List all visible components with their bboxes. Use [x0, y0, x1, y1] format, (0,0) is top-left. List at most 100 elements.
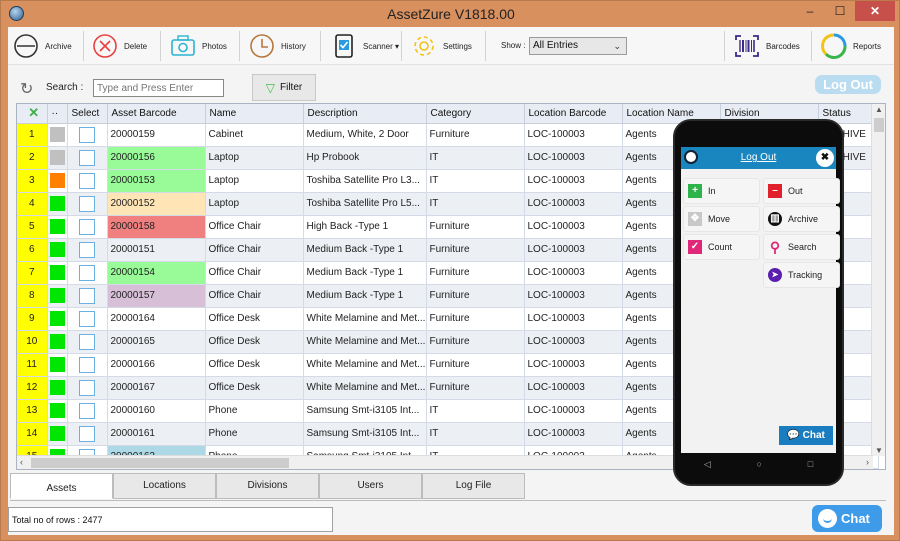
location-barcode-cell[interactable]: LOC-100003: [524, 146, 623, 170]
barcodes-button[interactable]: Barcodes: [734, 31, 800, 61]
home-icon[interactable]: ○: [757, 459, 762, 469]
asset-barcode-cell[interactable]: 20000153: [107, 169, 206, 193]
select-checkbox[interactable]: [79, 172, 95, 189]
refresh-icon[interactable]: ↻: [20, 79, 33, 99]
asset-barcode-cell[interactable]: 20000161: [107, 422, 206, 446]
row-number[interactable]: 12: [17, 376, 48, 400]
horizontal-scroll-thumb[interactable]: [31, 458, 289, 468]
row-number[interactable]: 9: [17, 307, 48, 331]
select-cell[interactable]: [67, 146, 108, 170]
select-cell[interactable]: [67, 307, 108, 331]
reports-button[interactable]: Reports: [821, 31, 881, 61]
name-cell[interactable]: Phone: [205, 399, 304, 423]
category-cell[interactable]: IT: [426, 192, 525, 216]
name-cell[interactable]: Office Chair: [205, 215, 304, 239]
asset-barcode-cell[interactable]: 20000165: [107, 330, 206, 354]
category-cell[interactable]: Furniture: [426, 376, 525, 400]
select-checkbox[interactable]: [79, 287, 95, 304]
category-cell[interactable]: IT: [426, 169, 525, 193]
description-cell[interactable]: High Back -Type 1: [303, 215, 427, 239]
select-cell[interactable]: [67, 399, 108, 423]
asset-barcode-cell[interactable]: 20000159: [107, 123, 206, 147]
minimize-button[interactable]: –: [797, 1, 823, 21]
scroll-up-icon[interactable]: ▲: [875, 105, 883, 114]
name-cell[interactable]: Office Chair: [205, 238, 304, 262]
phone-tile-tracking[interactable]: ➤ Tracking: [763, 262, 840, 288]
column-header-description[interactable]: Description: [303, 104, 427, 124]
phone-tile-count[interactable]: ✓ Count: [683, 234, 760, 260]
filter-button[interactable]: ▽ Filter: [252, 74, 316, 101]
category-cell[interactable]: Furniture: [426, 123, 525, 147]
column-header-name[interactable]: Name: [205, 104, 304, 124]
description-cell[interactable]: Medium Back -Type 1: [303, 261, 427, 285]
location-barcode-cell[interactable]: LOC-100003: [524, 307, 623, 331]
asset-barcode-cell[interactable]: 20000158: [107, 215, 206, 239]
asset-barcode-cell[interactable]: 20000154: [107, 261, 206, 285]
row-number[interactable]: 3: [17, 169, 48, 193]
column-header-select[interactable]: Select: [67, 104, 108, 124]
location-barcode-cell[interactable]: LOC-100003: [524, 399, 623, 423]
select-checkbox[interactable]: [79, 425, 95, 442]
location-barcode-cell[interactable]: LOC-100003: [524, 238, 623, 262]
name-cell[interactable]: Office Chair: [205, 284, 304, 308]
select-cell[interactable]: [67, 123, 108, 147]
select-checkbox[interactable]: [79, 218, 95, 235]
row-number[interactable]: 10: [17, 330, 48, 354]
asset-barcode-cell[interactable]: 20000157: [107, 284, 206, 308]
tab-locations[interactable]: Locations: [113, 473, 216, 499]
select-cell[interactable]: [67, 215, 108, 239]
select-cell[interactable]: [67, 330, 108, 354]
description-cell[interactable]: Toshiba Satellite Pro L5...: [303, 192, 427, 216]
column-header-location-barcode[interactable]: Location Barcode: [524, 104, 623, 124]
select-cell[interactable]: [67, 192, 108, 216]
phone-logout-link[interactable]: Log Out: [681, 152, 836, 163]
logout-button[interactable]: Log Out: [815, 75, 881, 94]
location-barcode-cell[interactable]: LOC-100003: [524, 169, 623, 193]
column-header-asset-barcode[interactable]: Asset Barcode: [107, 104, 206, 124]
description-cell[interactable]: White Melamine and Met...: [303, 307, 427, 331]
name-cell[interactable]: Office Desk: [205, 307, 304, 331]
location-barcode-cell[interactable]: LOC-100003: [524, 215, 623, 239]
select-cell[interactable]: [67, 261, 108, 285]
description-cell[interactable]: Medium, White, 2 Door: [303, 123, 427, 147]
name-cell[interactable]: Laptop: [205, 192, 304, 216]
row-number[interactable]: 6: [17, 238, 48, 262]
phone-tile-in[interactable]: + In: [683, 178, 760, 204]
category-cell[interactable]: IT: [426, 422, 525, 446]
asset-barcode-cell[interactable]: 20000151: [107, 238, 206, 262]
photos-button[interactable]: Photos: [170, 31, 227, 61]
description-cell[interactable]: Samsung Smt-i3105 Int...: [303, 399, 427, 423]
scroll-right-icon[interactable]: ›: [866, 457, 869, 467]
row-number[interactable]: 1: [17, 123, 48, 147]
phone-close-icon[interactable]: ✖: [816, 149, 834, 167]
row-number[interactable]: 14: [17, 422, 48, 446]
row-number[interactable]: 11: [17, 353, 48, 377]
phone-tile-archive[interactable]: ▥ Archive: [763, 206, 840, 232]
select-checkbox[interactable]: [79, 241, 95, 258]
name-cell[interactable]: Office Desk: [205, 353, 304, 377]
category-cell[interactable]: Furniture: [426, 261, 525, 285]
asset-barcode-cell[interactable]: 20000164: [107, 307, 206, 331]
select-cell[interactable]: [67, 238, 108, 262]
name-cell[interactable]: Cabinet: [205, 123, 304, 147]
category-cell[interactable]: IT: [426, 146, 525, 170]
close-button[interactable]: ✕: [855, 1, 895, 21]
select-cell[interactable]: [67, 422, 108, 446]
select-cell[interactable]: [67, 169, 108, 193]
asset-barcode-cell[interactable]: 20000167: [107, 376, 206, 400]
asset-barcode-cell[interactable]: 20000160: [107, 399, 206, 423]
category-cell[interactable]: IT: [426, 399, 525, 423]
name-cell[interactable]: Office Desk: [205, 376, 304, 400]
back-icon[interactable]: ◁: [704, 459, 711, 470]
description-cell[interactable]: Hp Probook: [303, 146, 427, 170]
select-checkbox[interactable]: [79, 333, 95, 350]
select-checkbox[interactable]: [79, 126, 95, 143]
description-cell[interactable]: White Melamine and Met...: [303, 330, 427, 354]
select-checkbox[interactable]: [79, 195, 95, 212]
location-barcode-cell[interactable]: LOC-100003: [524, 123, 623, 147]
tab-users[interactable]: Users: [319, 473, 422, 499]
select-checkbox[interactable]: [79, 149, 95, 166]
description-cell[interactable]: White Melamine and Met...: [303, 353, 427, 377]
vertical-scrollbar[interactable]: ▲ ▼: [871, 104, 885, 456]
archive-button[interactable]: Archive: [13, 31, 72, 61]
